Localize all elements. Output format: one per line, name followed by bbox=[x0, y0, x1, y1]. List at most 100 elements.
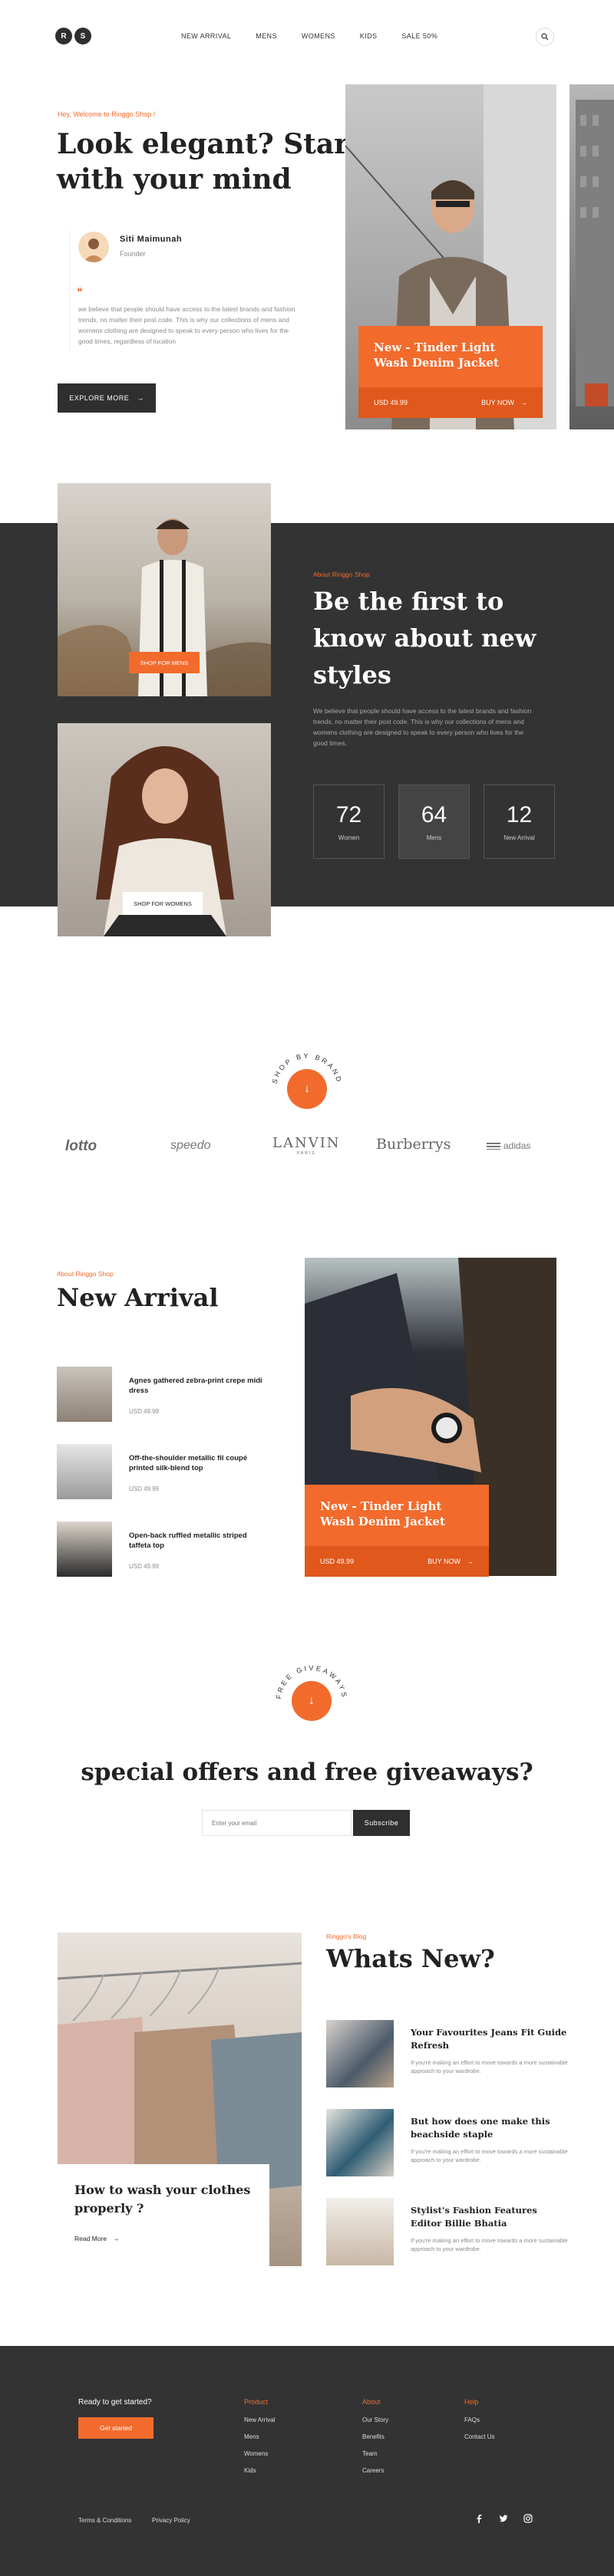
giveaway-title: special offers and free giveaways? bbox=[81, 1758, 533, 1786]
footer-ready-text: Ready to get started? bbox=[78, 2398, 152, 2407]
stat-women-label: Women bbox=[338, 834, 360, 841]
footer-col-product: Product New Arrival Mens Womens Kids bbox=[244, 2398, 275, 2484]
footer-link-careers[interactable]: Careers bbox=[362, 2467, 388, 2474]
arrival-card-title: New - Tinder Light Wash Denim Jacket bbox=[320, 1499, 445, 1528]
about-title-line3: styles bbox=[313, 660, 391, 689]
stat-new-arrival-label: New Arrival bbox=[503, 834, 535, 841]
arrival-product-card[interactable]: New - Tinder Light Wash Denim Jacket USD… bbox=[305, 1485, 489, 1577]
blog-post-1[interactable]: Your Favourites Jeans Fit Guide Refresh … bbox=[326, 2020, 572, 2089]
blog-post-3-image bbox=[326, 2198, 394, 2265]
nav-mens[interactable]: MENS bbox=[256, 32, 277, 40]
privacy-link[interactable]: Privacy Policy bbox=[152, 2517, 190, 2524]
arrival-item-1[interactable]: Agnes gathered zebra-print crepe midi dr… bbox=[57, 1367, 287, 1422]
shop-men-button[interactable]: SHOP FOR MENS bbox=[129, 652, 200, 673]
giveaways-button[interactable]: ↓ bbox=[292, 1681, 332, 1721]
terms-link[interactable]: Terms & Conditions bbox=[78, 2517, 131, 2524]
twitter-icon[interactable] bbox=[499, 2514, 508, 2523]
arrival-item-3-name: Open-back ruffled metallic striped taffe… bbox=[129, 1531, 247, 1550]
adidas-stripes-icon bbox=[487, 1142, 500, 1150]
arrival-item-2-price: USD 49.99 bbox=[129, 1485, 160, 1492]
nav-sale[interactable]: SALE 50% bbox=[401, 32, 437, 40]
brand-adidas-label: adidas bbox=[503, 1140, 531, 1151]
arrival-buy-now-button[interactable]: BUY NOW → bbox=[427, 1558, 474, 1565]
nav-womens[interactable]: WOMENS bbox=[302, 32, 335, 40]
explore-more-label: EXPLORE MORE bbox=[69, 394, 130, 402]
about-text: We believe that people should have acces… bbox=[313, 707, 532, 747]
footer-col-about-title: About bbox=[362, 2398, 381, 2406]
footer-link-kids[interactable]: Kids bbox=[244, 2467, 275, 2474]
brand-lanvin-name: LANVIN bbox=[272, 1135, 341, 1151]
footer-link-mens[interactable]: Mens bbox=[244, 2433, 275, 2440]
blog-title: Whats New? bbox=[326, 1944, 495, 1973]
stat-women-number: 72 bbox=[335, 802, 362, 827]
footer-link-contact[interactable]: Contact Us bbox=[464, 2433, 495, 2440]
arrow-down-icon: ↓ bbox=[304, 1082, 310, 1095]
brand-lotto[interactable]: lotto bbox=[65, 1138, 97, 1155]
read-more-link[interactable]: Read More → bbox=[74, 2235, 120, 2242]
search-icon bbox=[541, 33, 549, 41]
instagram-icon[interactable] bbox=[523, 2514, 533, 2523]
footer-link-team[interactable]: Team bbox=[362, 2450, 388, 2457]
arrival-item-3[interactable]: Open-back ruffled metallic striped taffe… bbox=[57, 1522, 287, 1577]
blog-post-1-image bbox=[326, 2020, 394, 2087]
hero-title-line2: with your mind bbox=[57, 163, 292, 196]
author-role: Founder bbox=[120, 250, 146, 258]
author-name: Siti Maimunah bbox=[120, 235, 183, 244]
stat-mens-number: 64 bbox=[421, 802, 447, 827]
hero-card-price: USD 49.99 bbox=[374, 399, 408, 406]
get-started-button[interactable]: Get started bbox=[78, 2417, 154, 2439]
shop-by-brand-button[interactable]: ↓ bbox=[287, 1069, 327, 1109]
footer-link-our-story[interactable]: Our Story bbox=[362, 2416, 388, 2423]
arrival-item-2[interactable]: Off-the-shoulder metallic fil coupé prin… bbox=[57, 1444, 287, 1499]
blog-eyebrow: Ringgo's Blog bbox=[326, 1933, 367, 1940]
blog-post-3[interactable]: Stylist's Fashion Features Editor Billie… bbox=[326, 2198, 572, 2267]
footer-col-help: Help FAQs Contact Us bbox=[464, 2398, 495, 2450]
stat-mens-label: Mens bbox=[426, 834, 442, 841]
nav-kids[interactable]: KIDS bbox=[360, 32, 378, 40]
footer-link-new-arrival[interactable]: New Arrival bbox=[244, 2416, 275, 2423]
hero-card-title: New - Tinder Light Wash Denim Jacket bbox=[374, 341, 499, 370]
arrow-right-icon: → bbox=[113, 2235, 120, 2242]
footer bbox=[0, 2346, 614, 2576]
arrival-item-1-price: USD 49.99 bbox=[129, 1408, 160, 1415]
shop-women-button[interactable]: SHOP FOR WOMENS bbox=[123, 892, 203, 915]
email-input[interactable] bbox=[202, 1810, 352, 1836]
facebook-icon[interactable] bbox=[474, 2514, 484, 2523]
author-avatar bbox=[78, 232, 109, 262]
footer-link-benefits[interactable]: Benefits bbox=[362, 2433, 388, 2440]
arrow-right-icon: → bbox=[137, 394, 144, 402]
arrival-item-1-image bbox=[57, 1367, 112, 1422]
quote-mark: ❝ bbox=[77, 285, 83, 298]
search-button[interactable] bbox=[536, 28, 554, 46]
social-links bbox=[474, 2514, 533, 2523]
brand-adidas[interactable]: adidas bbox=[487, 1140, 530, 1151]
brand-burberrys[interactable]: Burberrys bbox=[376, 1136, 451, 1153]
blog-feature-title: How to wash your clothes properly ? bbox=[74, 2183, 251, 2216]
logo[interactable]: R S bbox=[55, 28, 91, 44]
blog-feature-card[interactable]: How to wash your clothes properly ? Read… bbox=[58, 2164, 269, 2266]
blog-post-1-text: If you're making an effort to move towar… bbox=[411, 2059, 568, 2074]
explore-more-button[interactable]: EXPLORE MORE → bbox=[58, 383, 156, 413]
hero-side-image bbox=[569, 84, 614, 429]
arrow-right-icon: → bbox=[520, 399, 527, 406]
footer-link-womens[interactable]: Womens bbox=[244, 2450, 275, 2457]
arrow-right-icon: → bbox=[467, 1558, 474, 1565]
hero-card-footer: USD 49.99 BUY NOW → bbox=[358, 387, 543, 418]
logo-letter-s: S bbox=[74, 28, 91, 44]
blog-post-2-text: If you're making an effort to move towar… bbox=[411, 2148, 568, 2163]
hero-buy-now-button[interactable]: BUY NOW → bbox=[481, 399, 527, 406]
subscribe-button[interactable]: Subscribe bbox=[353, 1810, 410, 1836]
nav-new-arrival[interactable]: NEW ARRIVAL bbox=[181, 32, 231, 40]
hero-quote-line bbox=[69, 230, 70, 353]
hero-eyebrow: Hey, Welcome to Ringgo Shop ! bbox=[58, 110, 156, 118]
brand-lanvin[interactable]: LANVIN PARIS bbox=[272, 1135, 341, 1156]
about-title-line1: Be the first to bbox=[313, 587, 504, 616]
blog-post-2[interactable]: But how does one make this beachside sta… bbox=[326, 2109, 572, 2178]
about-title: Be the first to know about new styles bbox=[313, 583, 536, 693]
footer-link-faqs[interactable]: FAQs bbox=[464, 2416, 495, 2423]
footer-col-help-title: Help bbox=[464, 2398, 479, 2406]
blog-post-2-title: But how does one make this beachside sta… bbox=[411, 2116, 550, 2140]
logo-letter-r: R bbox=[55, 28, 72, 44]
hero-product-card[interactable]: New - Tinder Light Wash Denim Jacket USD… bbox=[358, 326, 543, 418]
brand-speedo[interactable]: speedo bbox=[170, 1139, 211, 1153]
